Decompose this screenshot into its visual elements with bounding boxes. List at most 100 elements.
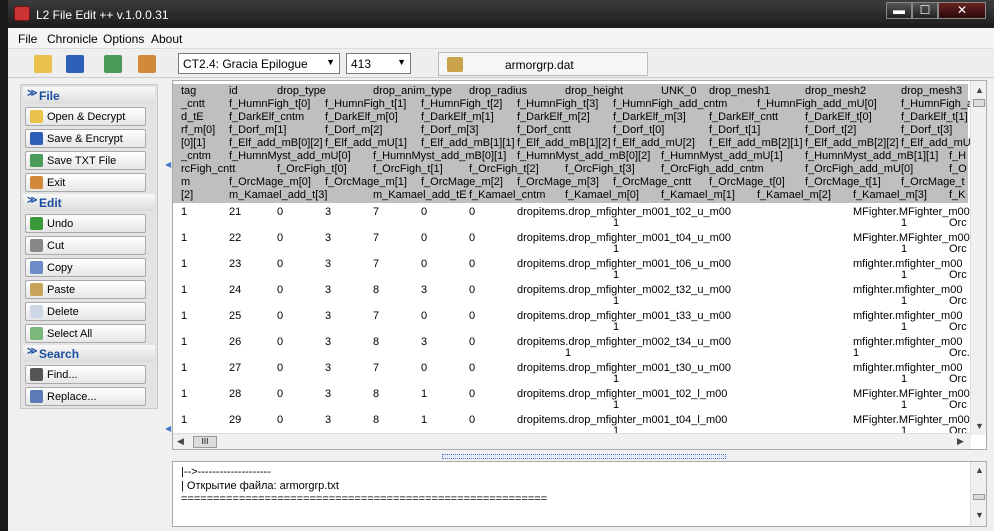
table-cell[interactable]: 0	[421, 362, 427, 374]
header-cell[interactable]: f_DarkElf_t[1]	[901, 111, 968, 123]
header-cell[interactable]: f_Dorf_t[3]	[901, 124, 952, 136]
header-cell[interactable]: f_DarkElf_cntt	[709, 111, 778, 123]
horizontal-scrollbar[interactable]: ◀ III ▶	[173, 433, 971, 449]
header-cell[interactable]: [2]	[181, 189, 193, 201]
table-cell[interactable]: 1	[421, 414, 427, 426]
header-cell[interactable]: f_OrcMage_m[3]	[517, 176, 599, 188]
header-cell[interactable]: f_Kamael_cntm	[469, 189, 545, 201]
open-decrypt-button[interactable]: Open & Decrypt	[25, 107, 146, 126]
vertical-splitter[interactable]: ◀ ◀	[164, 84, 171, 454]
header-cell[interactable]: f_Elf_add_mU[2]	[613, 137, 695, 149]
exit-button[interactable]: Exit	[25, 173, 146, 192]
table-cell[interactable]: dropitems.drop_mfighter_m001_t02_u_m00	[517, 206, 731, 218]
header-cell[interactable]: drop_mesh3	[901, 85, 962, 97]
table-cell[interactable]: 1	[181, 206, 187, 218]
data-grid[interactable]: tag id drop_type drop_anim_type drop_radius d…	[172, 80, 987, 450]
header-cell[interactable]: UNK_0	[661, 85, 696, 97]
table-cell[interactable]: 3	[325, 206, 331, 218]
header-cell[interactable]: f_OrcFigh_t[1]	[373, 163, 443, 175]
table-cell[interactable]: 27	[229, 362, 241, 374]
table-cell[interactable]: 0	[421, 310, 427, 322]
table-cell[interactable]: 8	[373, 414, 379, 426]
header-cell[interactable]: f_Dorf_t[0]	[613, 124, 664, 136]
header-cell[interactable]: f_HumnMyst_add_mB[1][1]	[805, 150, 938, 162]
header-cell[interactable]: f_OrcMage_t	[901, 176, 965, 188]
section-edit[interactable]: ≫ Edit	[23, 194, 155, 211]
header-cell[interactable]: f_OrcFigh_add_cntm	[661, 163, 764, 175]
table-cell[interactable]: 3	[325, 258, 331, 270]
save-txt-icon[interactable]	[104, 55, 122, 73]
header-cell[interactable]: drop_mesh2	[805, 85, 866, 97]
header-cell[interactable]: f_OrcMage_t[1]	[805, 176, 881, 188]
table-cell[interactable]: Orc	[949, 399, 967, 411]
table-cell[interactable]: 1	[613, 243, 619, 255]
protocol-select[interactable]: 413 ▼	[346, 53, 411, 74]
table-cell[interactable]: 1	[613, 399, 619, 411]
table-cell[interactable]: dropitems.drop_mfighter_m001_t04_u_m00	[517, 232, 731, 244]
table-cell[interactable]: 1	[901, 373, 907, 385]
header-cell[interactable]: f_HumnMyst_add_mB[0][1]	[373, 150, 506, 162]
header-cell[interactable]: f_H	[949, 150, 966, 162]
header-cell[interactable]: f_HumnMyst_add_mU[0]	[229, 150, 351, 162]
header-cell[interactable]: f_HumnMyst_add_mU[1]	[661, 150, 783, 162]
paste-button[interactable]: Paste	[25, 280, 146, 299]
scroll-down-icon[interactable]: ▼	[975, 510, 984, 520]
table-cell[interactable]: Orc	[949, 269, 967, 281]
header-cell[interactable]: m_Kamael_add_tE	[373, 189, 467, 201]
table-cell[interactable]: dropitems.drop_mfighter_m001_t30_u_m00	[517, 362, 731, 374]
table-cell[interactable]: 0	[469, 388, 475, 400]
table-cell[interactable]: 7	[373, 258, 379, 270]
replace-button[interactable]: Replace...	[25, 387, 146, 406]
table-cell[interactable]: 1	[565, 347, 571, 359]
table-cell[interactable]: 1	[181, 388, 187, 400]
exit-icon[interactable]	[138, 55, 156, 73]
table-cell[interactable]: 1	[181, 284, 187, 296]
header-cell[interactable]: f_Kamael_m[2]	[757, 189, 831, 201]
table-cell[interactable]: dropitems.drop_mfighter_m001_t04_l_m00	[517, 414, 727, 426]
table-cell[interactable]: 1	[613, 269, 619, 281]
table-cell[interactable]: 0	[469, 362, 475, 374]
header-cell[interactable]: _cntt	[181, 98, 205, 110]
header-cell[interactable]: f_OrcFigh_t[2]	[469, 163, 539, 175]
table-cell[interactable]: 1	[181, 414, 187, 426]
table-cell[interactable]: 7	[373, 232, 379, 244]
save-icon[interactable]	[66, 55, 84, 73]
header-cell[interactable]: m_Kamael_add_t[3]	[229, 189, 327, 201]
table-cell[interactable]: 8	[373, 284, 379, 296]
minimize-button[interactable]: ▬	[886, 2, 912, 19]
table-cell[interactable]: 3	[421, 284, 427, 296]
table-cell[interactable]: Orc	[949, 243, 967, 255]
open-icon[interactable]	[34, 55, 52, 73]
header-cell[interactable]: f_Dorf_cntt	[517, 124, 571, 136]
header-cell[interactable]: _cntm	[181, 150, 211, 162]
scroll-thumb[interactable]	[973, 494, 985, 500]
table-cell[interactable]: 1	[181, 310, 187, 322]
scroll-up-icon[interactable]: ▲	[975, 85, 984, 95]
header-cell[interactable]: f_DarkElf_t[0]	[805, 111, 872, 123]
header-cell[interactable]: f_HumnMyst_add_mB[0][2]	[517, 150, 650, 162]
header-cell[interactable]: m	[181, 176, 190, 188]
header-cell[interactable]: f_OrcFigh_t[0]	[277, 163, 347, 175]
header-cell[interactable]: drop_height	[565, 85, 623, 97]
table-cell[interactable]: 0	[277, 388, 283, 400]
table-cell[interactable]: 1	[901, 243, 907, 255]
table-cell[interactable]: mfighter.mfighter_m00	[853, 284, 962, 296]
header-cell[interactable]: f_K	[949, 189, 966, 201]
table-cell[interactable]: 0	[469, 206, 475, 218]
header-cell[interactable]: drop_type	[277, 85, 326, 97]
table-cell[interactable]: 0	[469, 336, 475, 348]
header-cell[interactable]: rf_m[0]	[181, 124, 215, 136]
table-cell[interactable]: dropitems.drop_mfighter_m001_t02_l_m00	[517, 388, 727, 400]
header-cell[interactable]: f_DarkElf_m[3]	[613, 111, 686, 123]
scroll-left-icon[interactable]: ◀	[177, 436, 184, 447]
table-cell[interactable]: 1	[613, 217, 619, 229]
table-cell[interactable]: 1	[613, 373, 619, 385]
table-cell[interactable]: 0	[469, 258, 475, 270]
scroll-thumb[interactable]	[973, 99, 985, 107]
table-cell[interactable]: 1	[181, 232, 187, 244]
table-cell[interactable]: mfighter.mfighter_m00	[853, 258, 962, 270]
header-cell[interactable]: f_Dorf_m[2]	[325, 124, 382, 136]
delete-button[interactable]: Delete	[25, 302, 146, 321]
header-cell[interactable]: f_OrcMage_t[0]	[709, 176, 785, 188]
table-cell[interactable]: 0	[469, 232, 475, 244]
